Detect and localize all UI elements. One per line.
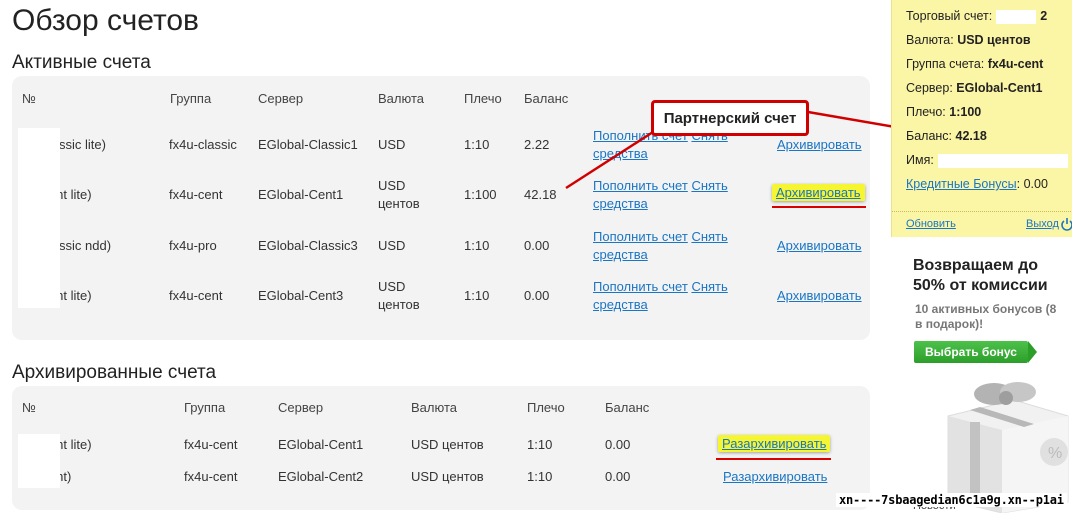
logout-link[interactable]: Выход bbox=[1026, 218, 1059, 230]
info-balance: Баланс: 42.18 bbox=[906, 129, 987, 143]
choose-bonus-button[interactable]: Выбрать бонус bbox=[914, 341, 1028, 363]
info-group: Группа счета: fx4u-cent bbox=[906, 57, 1044, 71]
credit-bonus-link[interactable]: Кредитные Бонусы bbox=[906, 177, 1017, 191]
redacted-name bbox=[937, 153, 1068, 168]
svg-text:%: % bbox=[1048, 445, 1062, 462]
promo-title: Возвращаем до 50% от комиссии bbox=[913, 257, 1048, 294]
button-arrow-icon bbox=[1028, 341, 1037, 363]
power-icon[interactable] bbox=[1061, 217, 1072, 231]
arrow-to-info-balance bbox=[807, 110, 902, 130]
account-info-panel: Торговый счет: 2 Валюта: USD центов Групп… bbox=[891, 0, 1072, 237]
info-leverage: Плечо: 1:100 bbox=[906, 105, 982, 119]
arrow-to-balance bbox=[565, 130, 654, 190]
redacted-account-number bbox=[996, 9, 1037, 24]
promo-subtitle: 10 активных бонусов (8 в подарок)! bbox=[915, 302, 1057, 331]
info-footer: Обновить Выход bbox=[892, 211, 1072, 237]
refresh-link[interactable]: Обновить bbox=[906, 218, 956, 230]
info-bonus: Кредитные Бонусы: 0.00 bbox=[906, 177, 1048, 191]
info-name: Имя: bbox=[906, 153, 1068, 168]
gift-box-icon: % bbox=[947, 382, 1069, 513]
partner-account-callout: Партнерский счет bbox=[651, 100, 809, 136]
info-currency: Валюта: USD центов bbox=[906, 33, 1031, 47]
info-server: Сервер: EGlobal-Cent1 bbox=[906, 81, 1043, 95]
watermark-text: xn----7sbaagedian6c1a9g.xn--p1ai bbox=[836, 493, 1067, 507]
info-account: Торговый счет: 2 bbox=[906, 9, 1048, 24]
